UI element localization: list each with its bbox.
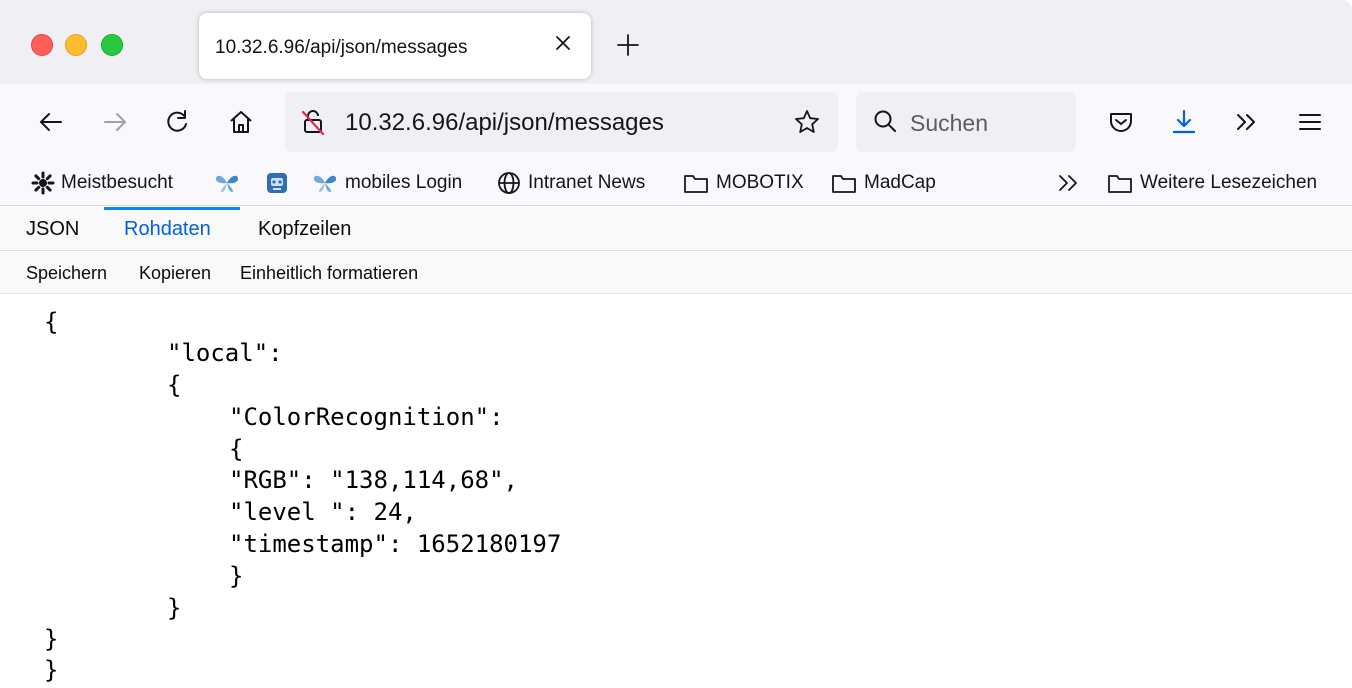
code-line: { [229, 435, 244, 463]
tab-kopfzeilen[interactable]: Kopfzeilen [258, 218, 351, 241]
globe-icon [498, 172, 520, 194]
tab-title: 10.32.6.96/api/json/messages [215, 37, 468, 58]
bookmark-folder-weitere-lesezeichen[interactable]: Weitere Lesezeichen [1106, 170, 1317, 196]
code-line: "level ": 24, [229, 498, 417, 526]
code-line: "local": [167, 339, 283, 367]
bookmark-mobiles-login[interactable]: mobiles Login [311, 170, 462, 196]
search-placeholder: Suchen [910, 110, 989, 136]
gear-icon [31, 171, 55, 195]
search-icon [874, 110, 896, 132]
forward-icon[interactable] [101, 108, 129, 136]
home-icon[interactable] [227, 108, 255, 136]
close-window-button[interactable] [31, 34, 53, 56]
raw-data-toolbar: Speichern Kopieren Einheitlich formatier… [0, 252, 1352, 294]
more-tools-chevron-icon[interactable] [1232, 108, 1260, 136]
bookmark-label: mobiles Login [345, 172, 463, 193]
save-button[interactable]: Speichern [26, 263, 107, 284]
folder-icon [1108, 175, 1132, 193]
bookmark-robot[interactable] [264, 170, 296, 196]
url-text: 10.32.6.96/api/json/messages [345, 109, 664, 136]
code-line: { [44, 308, 59, 336]
butterfly-icon [215, 175, 239, 192]
download-icon[interactable] [1170, 108, 1198, 136]
close-icon[interactable] [551, 31, 575, 55]
code-line: { [167, 371, 182, 399]
code-line: "timestamp": 1652180197 [229, 530, 562, 558]
url-bar[interactable]: 10.32.6.96/api/json/messages [285, 92, 838, 152]
pretty-print-button[interactable]: Einheitlich formatieren [240, 263, 418, 284]
pocket-icon[interactable] [1107, 108, 1135, 136]
browser-tab[interactable]: 10.32.6.96/api/json/messages [199, 13, 591, 79]
json-viewer-tabs: JSON Rohdaten Kopfzeilen [0, 207, 1352, 251]
butterfly-icon [313, 175, 337, 192]
new-tab-icon[interactable] [615, 32, 641, 58]
bookmark-star-icon[interactable] [793, 108, 821, 136]
copy-button[interactable]: Kopieren [139, 263, 211, 284]
tab-json[interactable]: JSON [26, 218, 79, 241]
bookmark-label: Intranet News [528, 172, 646, 193]
bookmark-butterfly[interactable] [213, 170, 247, 196]
robot-icon [267, 173, 287, 193]
raw-json-content: { "local": { "ColorRecognition": { "RGB"… [0, 296, 1352, 688]
folder-icon [684, 175, 708, 193]
code-line: "RGB": "138,114,68", [229, 466, 518, 494]
bookmark-folder-madcap[interactable]: MadCap [830, 170, 936, 196]
code-line: "ColorRecognition": [229, 403, 504, 431]
insecure-lock-icon[interactable] [299, 108, 327, 136]
zoom-window-button[interactable] [101, 34, 123, 56]
bookmark-label: MadCap [864, 172, 936, 193]
bookmark-folder-mobotix[interactable]: MOBOTIX [682, 170, 804, 196]
back-icon[interactable] [37, 108, 65, 136]
bookmark-label: Meistbesucht [61, 172, 173, 193]
code-line: } [44, 625, 59, 653]
active-tab-indicator [104, 207, 240, 210]
chevron-double-right-icon [1059, 175, 1077, 191]
minimize-window-button[interactable] [65, 34, 87, 56]
menu-icon[interactable] [1296, 108, 1324, 136]
bookmark-label: MOBOTIX [716, 172, 804, 193]
bookmark-intranet-news[interactable]: Intranet News [496, 170, 645, 196]
navigation-toolbar: 10.32.6.96/api/json/messages Suchen [0, 84, 1352, 160]
code-line: } [229, 562, 244, 590]
folder-icon [832, 175, 856, 193]
tab-rohdaten[interactable]: Rohdaten [124, 218, 211, 241]
tab-strip: 10.32.6.96/api/json/messages [0, 0, 1352, 84]
bookmarks-toolbar: Meistbesucht mobiles Login Intranet News… [0, 160, 1352, 206]
code-line: } [44, 656, 59, 684]
reload-icon[interactable] [163, 108, 191, 136]
bookmark-meistbesucht[interactable]: Meistbesucht [31, 170, 173, 196]
bookmarks-overflow-button[interactable] [1055, 170, 1089, 196]
bookmark-label: Weitere Lesezeichen [1140, 172, 1318, 193]
code-line: } [167, 594, 182, 622]
search-input[interactable]: Suchen [856, 92, 1076, 152]
